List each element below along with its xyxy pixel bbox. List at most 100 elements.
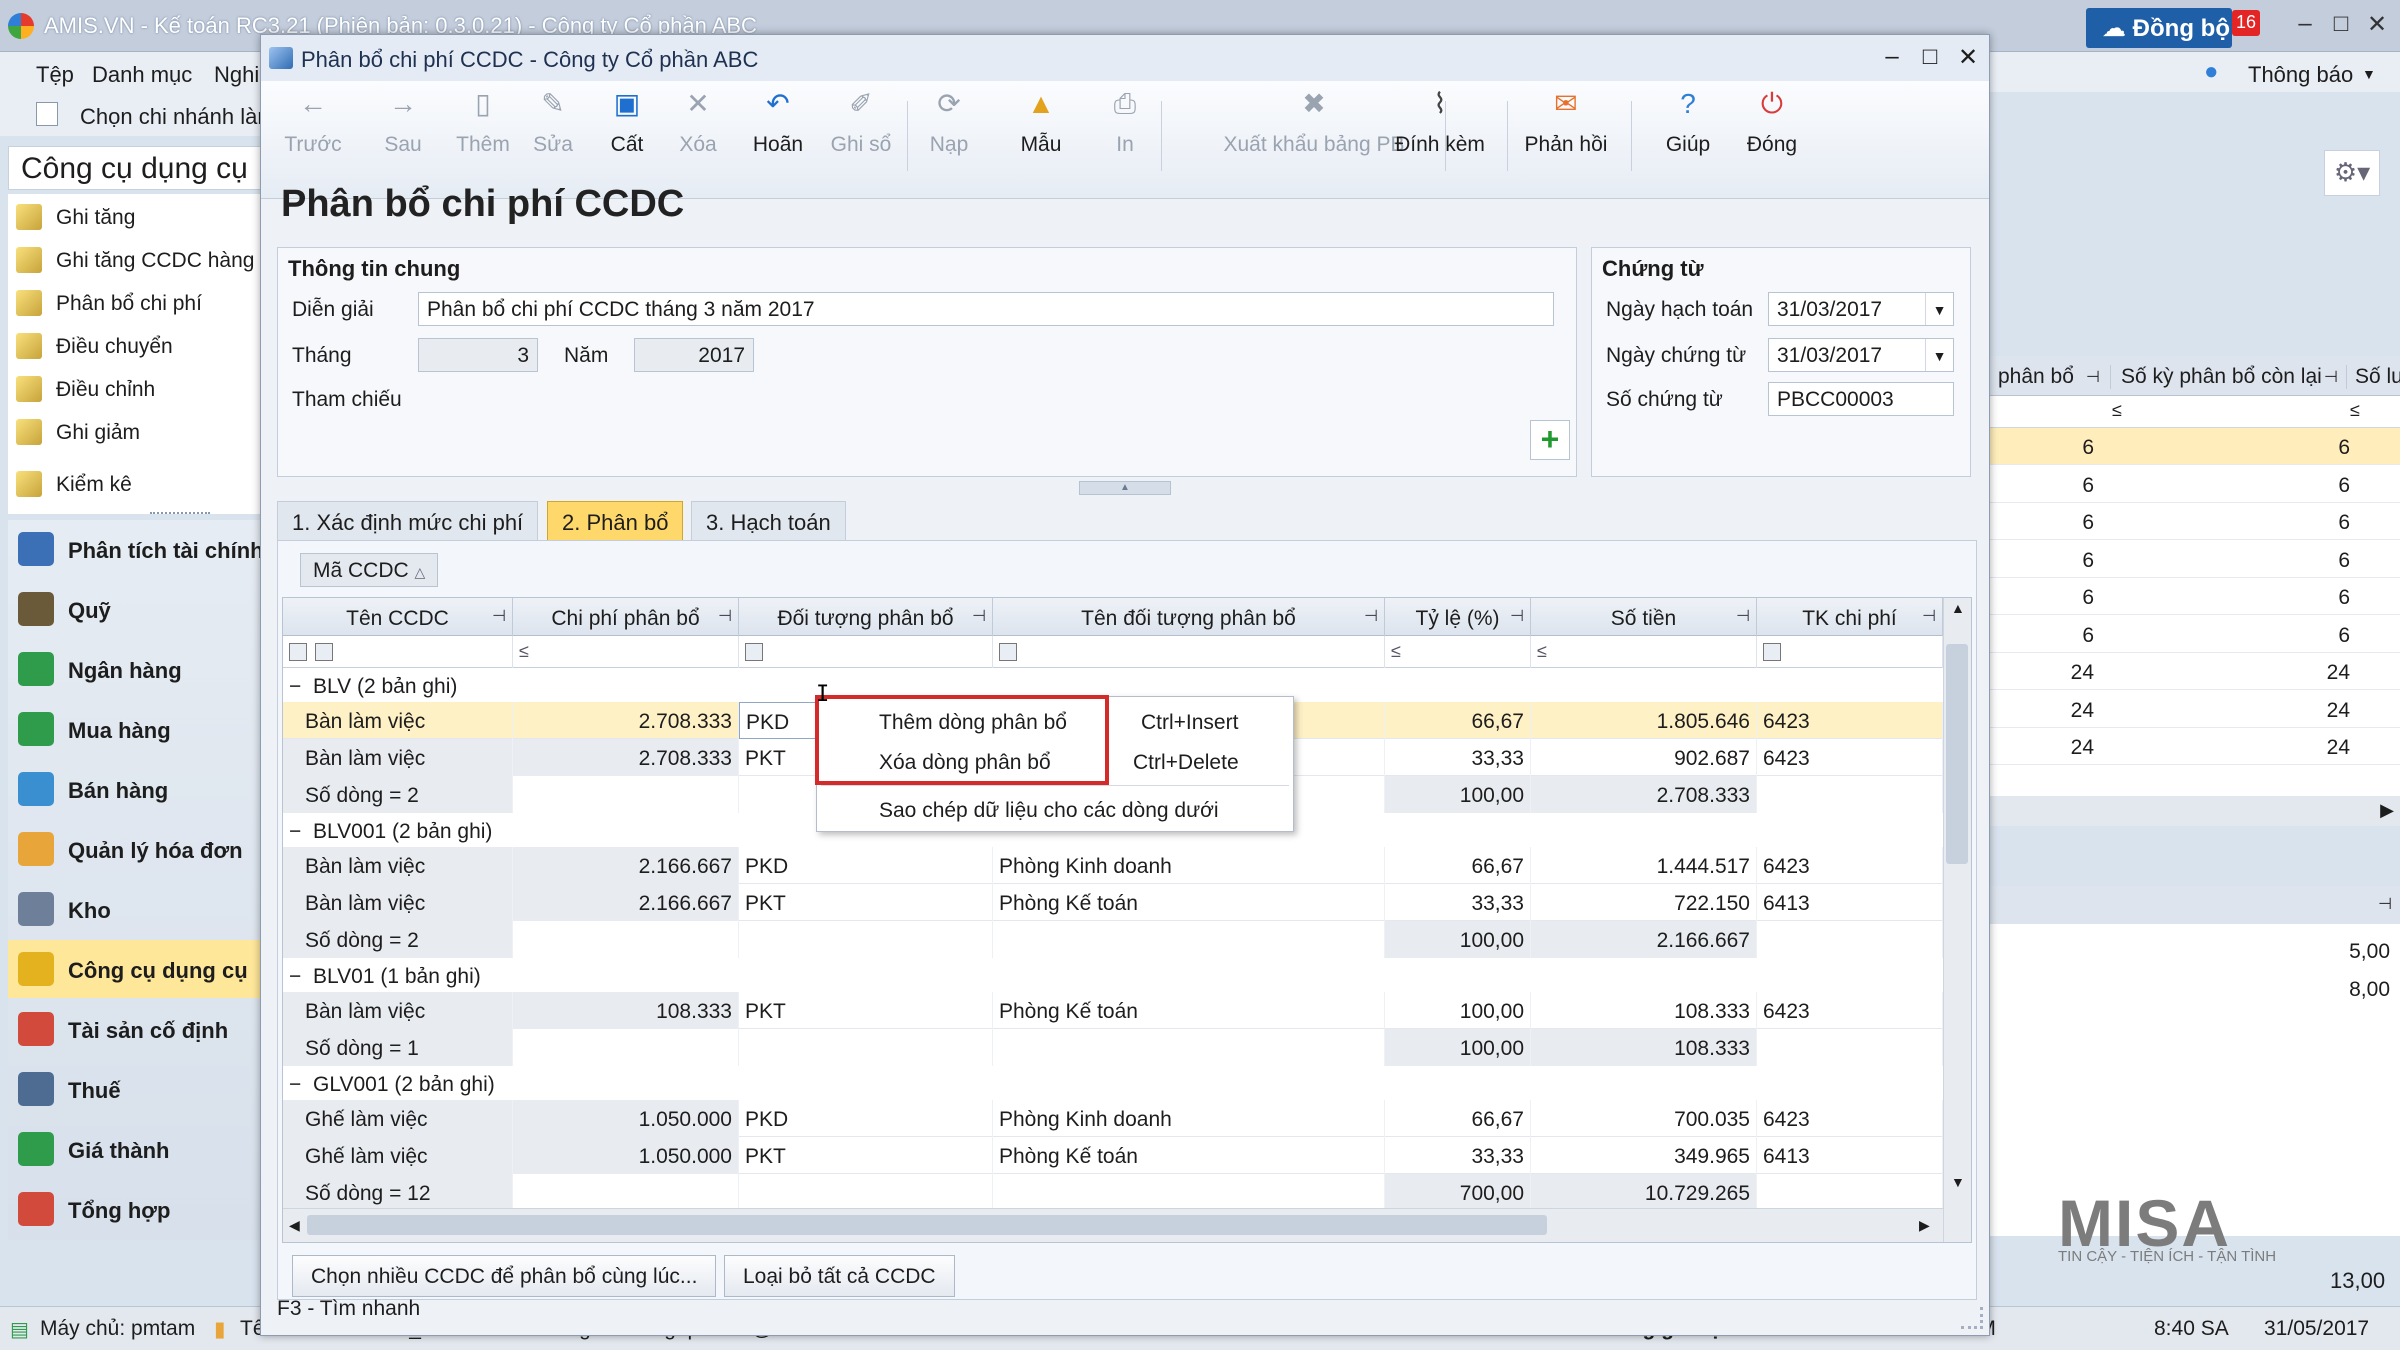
table-cell[interactable]: PKD [739,1100,993,1137]
hscroll-thumb[interactable] [307,1215,1547,1235]
table-row[interactable]: Bàn làm việc 2.166.667 PKT Phòng Kế toán 33,… [283,884,1943,921]
vscroll-thumb[interactable] [1946,644,1968,864]
toolbar-button-5[interactable]: ✕ Xóa [663,89,733,189]
pin-icon[interactable]: ⊣ [2324,367,2338,387]
filter-operator-icon[interactable] [1763,643,1781,662]
filter-operator-icon[interactable] [315,643,333,662]
filter-cell[interactable] [1757,636,1943,668]
toolbar-button-2[interactable]: ▯ Thêm [443,89,523,189]
collapse-icon[interactable]: − [289,820,301,844]
posting-date-field[interactable]: 31/03/2017 ▼ [1768,292,1954,326]
description-field[interactable]: Phân bổ chi phí CCDC tháng 3 năm 2017 [418,292,1554,326]
dialog-close-icon[interactable]: ✕ [1951,43,1985,73]
scroll-right-icon[interactable]: ▶ [1919,1217,1930,1234]
filter-cell[interactable]: ≤ [513,636,739,668]
menu-catalog[interactable]: Danh mục [92,62,192,88]
table-cell[interactable]: Phòng Kinh doanh [993,1100,1385,1137]
close-icon[interactable]: ✕ [2360,10,2394,40]
scroll-right-icon[interactable]: ▶ [2380,800,2394,821]
pin-icon[interactable]: ⊣ [492,606,506,626]
table-cell[interactable]: 33,33 [1385,884,1531,921]
toolbar-button-7[interactable]: ✐ Ghi sổ [821,89,901,189]
document-date-field[interactable]: 31/03/2017 ▼ [1768,338,1954,372]
table-cell[interactable]: 33,33 [1385,1137,1531,1174]
nav-item[interactable]: Giá thành [8,1120,268,1178]
table-cell[interactable]: 6423 [1757,992,1943,1029]
collapse-icon[interactable]: − [289,965,301,989]
group-by-chip[interactable]: Mã CCDC △ [300,553,439,587]
chevron-down-icon[interactable]: ▼ [2362,66,2376,82]
pin-icon[interactable]: ⊣ [718,606,732,626]
filter-operator-icon[interactable] [999,643,1017,662]
submenu-item[interactable]: Ghi tăng CCDC hàng loạt [8,241,294,281]
table-row[interactable]: Ghế làm việc 1.050.000 PKD Phòng Kinh doanh… [283,1100,1943,1137]
menu-file[interactable]: Tệp [36,62,74,88]
submenu-item[interactable]: Điều chỉnh [8,370,268,410]
table-cell[interactable]: 6423 [1757,739,1943,776]
nav-item[interactable]: Ngân hàng [8,640,268,698]
filter-clear-icon[interactable] [289,643,307,662]
toolbar-button-1[interactable]: → Sau [367,89,439,189]
filter-cell[interactable] [993,636,1385,668]
table-cell[interactable]: 6413 [1757,884,1943,921]
scroll-down-icon[interactable]: ▼ [1951,1174,1965,1190]
column-header[interactable]: TK chi phí ⊣ [1757,598,1943,636]
column-header[interactable]: Tên CCDC ⊣ [283,598,513,636]
column-header[interactable]: Số tiền ⊣ [1531,598,1757,636]
submenu-item[interactable]: Phân bổ chi phí [8,284,268,324]
table-cell[interactable]: Phòng Kế toán [993,884,1385,921]
minimize-icon[interactable]: – [2288,10,2322,40]
table-cell[interactable]: 66,67 [1385,1100,1531,1137]
toolbar-button-0[interactable]: ← Trước [273,89,353,189]
chevron-down-icon[interactable]: ▼ [1925,293,1953,325]
table-cell[interactable]: 66,67 [1385,847,1531,884]
table-cell[interactable]: PKT [739,1137,993,1174]
table-cell[interactable]: Bàn làm việc [283,739,513,776]
toolbar-button-13[interactable]: ✉ Phản hồi [1507,89,1625,189]
table-cell[interactable]: Phòng Kế toán [993,1137,1385,1174]
table-cell[interactable]: 6413 [1757,1137,1943,1174]
filter-cell[interactable] [739,636,993,668]
resize-grip[interactable] [1961,1307,1983,1329]
submenu-item[interactable]: Kiểm kê [8,465,268,505]
grid-vscroll[interactable]: ▲ ▼ [1943,598,1971,1242]
pin-icon[interactable]: ⊣ [1736,606,1750,626]
pin-icon[interactable]: ⊣ [2086,367,2100,387]
dialog-maximize-icon[interactable]: □ [1913,43,1947,73]
table-cell[interactable]: 902.687 [1531,739,1757,776]
filter-operator-icon[interactable]: ≤ [1537,641,1547,661]
remove-all-button[interactable]: Loại bỏ tất cả CCDC [724,1255,955,1297]
table-cell[interactable]: 33,33 [1385,739,1531,776]
table-cell[interactable]: Bàn làm việc [283,884,513,921]
add-reference-icon[interactable]: + [1530,420,1570,460]
toolbar-button-9[interactable]: ▲ Mẫu [1001,89,1081,189]
filter-op[interactable]: ≤ [2112,400,2122,421]
nav-item[interactable]: Quản lý hóa đơn [8,820,268,878]
table-cell[interactable]: 6423 [1757,1100,1943,1137]
submenu-item[interactable]: Điều chuyển [8,327,268,367]
pin-icon[interactable]: ⊣ [1922,606,1936,626]
toolbar-button-10[interactable]: ⎙ In [1095,89,1155,189]
table-cell[interactable]: Bàn làm việc [283,702,513,739]
toolbar-button-6[interactable]: ↶ Hoãn [737,89,819,189]
grid-hscroll[interactable]: ◀ ▶ [283,1208,1943,1242]
dialog-minimize-icon[interactable]: – [1875,43,1909,73]
toolbar-button-3[interactable]: ✎ Sửa [517,89,589,189]
month-field[interactable]: 3 [418,338,538,372]
table-cell[interactable]: 1.805.646 [1531,702,1757,739]
tab-determine-cost[interactable]: 1. Xác định mức chi phí [277,501,539,541]
nav-item[interactable]: Công cụ dụng cụ [8,940,268,998]
branch-selector[interactable]: Chọn chi nhánh làm việc [0,92,270,136]
filter-cell[interactable]: ≤ [1531,636,1757,668]
toolbar-button-14[interactable]: ? Giúp [1657,89,1719,189]
menu-operations[interactable]: Nghiệp vụ [214,62,264,88]
table-cell[interactable]: 1.050.000 [513,1100,739,1137]
nav-item[interactable]: Tổng hợp [8,1180,268,1238]
toolbar-button-8[interactable]: ⟳ Nạp [923,89,975,189]
table-cell[interactable]: 1.050.000 [513,1137,739,1174]
pin-icon[interactable]: ⊣ [2378,894,2392,914]
table-cell[interactable]: 2.708.333 [513,739,739,776]
table-cell[interactable]: Ghế làm việc [283,1100,513,1137]
group-row[interactable]: − BLV01 (1 bản ghi) [283,958,1943,992]
maximize-icon[interactable]: □ [2324,10,2358,40]
